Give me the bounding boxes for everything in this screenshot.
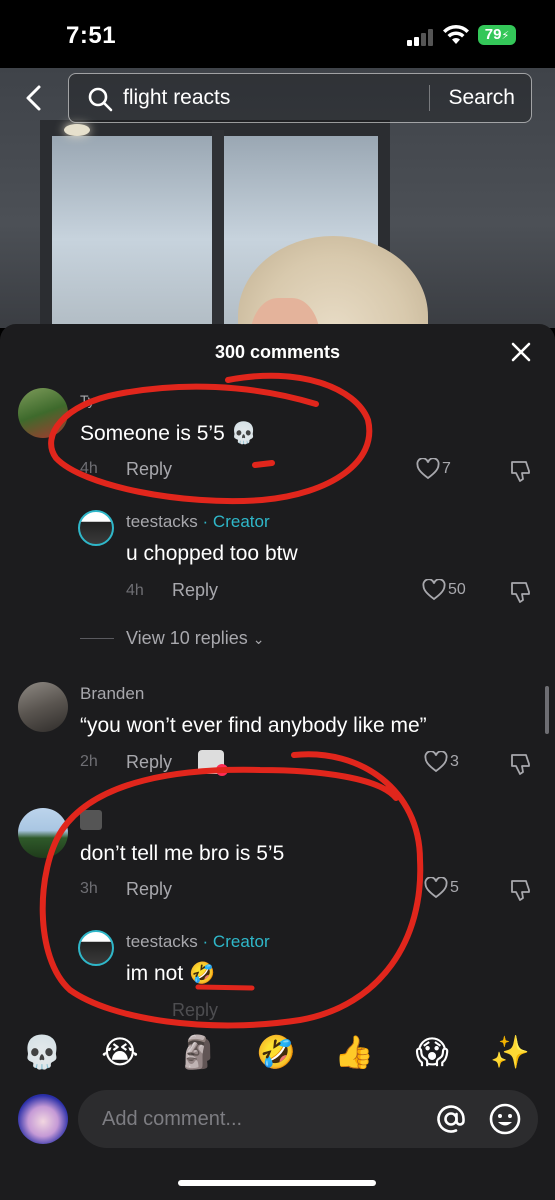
emoji-picker-icon[interactable] bbox=[488, 1102, 522, 1136]
creator-liked-avatar bbox=[198, 750, 228, 776]
creator-badge: · Creator bbox=[202, 932, 270, 951]
dislike-icon[interactable] bbox=[508, 580, 532, 604]
emoji-moai-button[interactable]: 🗿 bbox=[178, 1032, 218, 1072]
like-count: 3 bbox=[450, 753, 459, 771]
comment-text: don’t tell me bro is 5’5 bbox=[80, 842, 285, 865]
user-avatar[interactable] bbox=[18, 1094, 68, 1144]
status-time: 7:51 bbox=[66, 22, 117, 49]
comment-time: 2h bbox=[80, 753, 98, 770]
avatar[interactable] bbox=[78, 930, 114, 966]
reply-text: u chopped too btw bbox=[126, 542, 298, 565]
comment-input[interactable]: Add comment... bbox=[78, 1090, 538, 1148]
emoji-skull-button[interactable]: 💀 bbox=[22, 1032, 62, 1072]
comments-count-title: 300 comments bbox=[214, 342, 341, 362]
emoji-thumbs-up-button[interactable]: 👍 bbox=[334, 1032, 374, 1072]
wifi-icon bbox=[443, 24, 469, 44]
mention-icon[interactable] bbox=[434, 1102, 468, 1136]
comment-input-placeholder: Add comment... bbox=[102, 1108, 243, 1130]
avatar[interactable] bbox=[18, 808, 68, 858]
reply-username[interactable]: teestacks · Creator bbox=[126, 932, 270, 952]
battery-level: 79 bbox=[484, 26, 502, 43]
reply-button[interactable]: Reply bbox=[126, 879, 172, 900]
search-divider bbox=[429, 85, 430, 111]
emoji-sparkles-button[interactable]: ✨ bbox=[490, 1032, 530, 1072]
like-count: 50 bbox=[448, 581, 466, 599]
reply-button[interactable]: Reply bbox=[126, 459, 172, 480]
like-count: 7 bbox=[442, 460, 451, 478]
heart-icon bbox=[424, 876, 448, 899]
creator-badge: · Creator bbox=[202, 512, 270, 531]
like-count: 5 bbox=[450, 879, 459, 897]
video-ceiling-light bbox=[64, 124, 90, 136]
emoji-crying-button[interactable]: 😭 bbox=[100, 1032, 140, 1072]
back-icon[interactable] bbox=[18, 82, 50, 114]
view-replies-divider bbox=[80, 638, 114, 639]
reply-username-text: teestacks bbox=[126, 512, 198, 531]
reply-button[interactable]: Reply bbox=[172, 1000, 218, 1021]
dislike-icon[interactable] bbox=[508, 878, 532, 902]
dislike-icon[interactable] bbox=[508, 752, 532, 776]
home-indicator bbox=[178, 1180, 376, 1186]
reply-username-text: teestacks bbox=[126, 932, 198, 951]
comment-username[interactable]: Ty bbox=[80, 392, 95, 408]
emoji-quick-bar: 💀 😭 🗿 🤣 👍 😱 ✨ bbox=[0, 1026, 555, 1076]
like-button[interactable]: 7 bbox=[416, 457, 451, 480]
view-replies-label: View 10 replies bbox=[126, 628, 248, 648]
cellular-signal-icon bbox=[407, 28, 435, 46]
search-input[interactable]: flight reacts bbox=[123, 74, 230, 122]
like-button[interactable]: 50 bbox=[422, 578, 466, 601]
search-bar[interactable]: flight reacts Search bbox=[68, 73, 532, 123]
emoji-scream-button[interactable]: 😱 bbox=[412, 1032, 452, 1072]
comment-text: Someone is 5’5 💀 bbox=[80, 422, 257, 445]
heart-icon bbox=[416, 457, 440, 480]
heart-icon bbox=[424, 750, 448, 773]
charging-bolt-icon: ⚡ bbox=[501, 30, 510, 42]
search-button[interactable]: Search bbox=[448, 74, 515, 122]
view-replies-button[interactable]: View 10 replies ⌄ bbox=[126, 628, 265, 649]
close-icon[interactable] bbox=[511, 342, 531, 362]
reply-button[interactable]: Reply bbox=[126, 752, 172, 773]
comment-time: 4h bbox=[80, 460, 98, 477]
like-button[interactable]: 3 bbox=[424, 750, 459, 773]
scrollbar[interactable] bbox=[545, 686, 549, 734]
heart-icon bbox=[422, 578, 446, 601]
comment-username-emoji[interactable] bbox=[80, 810, 102, 830]
reply-username[interactable]: teestacks · Creator bbox=[126, 512, 270, 532]
heart-badge-icon bbox=[216, 764, 228, 776]
avatar[interactable] bbox=[78, 510, 114, 546]
avatar[interactable] bbox=[18, 682, 68, 732]
video-window-bar bbox=[212, 130, 224, 328]
reply-button[interactable]: Reply bbox=[172, 580, 218, 601]
comment-composer: Add comment... bbox=[0, 1080, 555, 1200]
comment-time: 3h bbox=[80, 880, 98, 897]
reply-text: im not 🤣 bbox=[126, 962, 216, 985]
battery-indicator: 79⚡ bbox=[478, 25, 516, 45]
chevron-down-icon: ⌄ bbox=[252, 631, 265, 647]
comment-username[interactable]: Branden bbox=[80, 684, 144, 704]
dislike-icon[interactable] bbox=[508, 459, 532, 483]
like-button[interactable]: 5 bbox=[424, 876, 459, 899]
reply-time: 4h bbox=[126, 582, 144, 599]
status-bar: 7:51 79⚡ bbox=[0, 0, 555, 68]
comment-text: “you won’t ever find anybody like me” bbox=[80, 714, 427, 737]
search-icon bbox=[88, 87, 113, 112]
emoji-rofl-button[interactable]: 🤣 bbox=[256, 1032, 296, 1072]
avatar[interactable] bbox=[18, 388, 68, 438]
